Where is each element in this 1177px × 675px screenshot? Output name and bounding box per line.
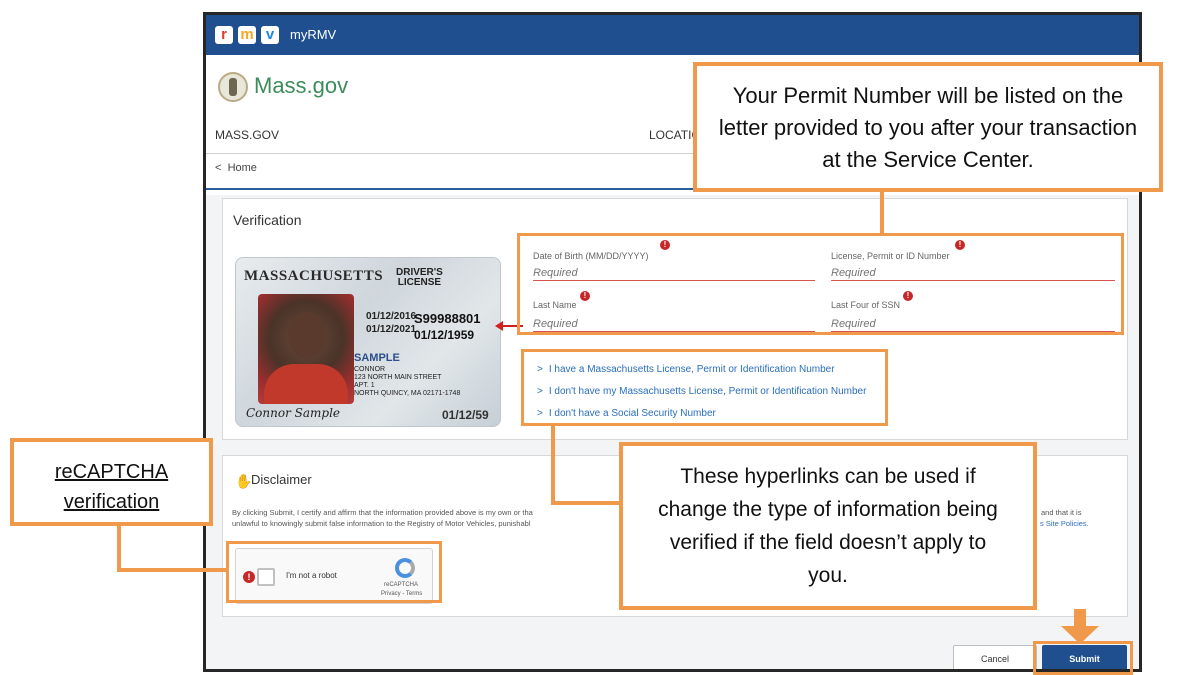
section-title: Verification	[233, 212, 302, 228]
id-state: MASSACHUSETTS	[244, 268, 384, 284]
breadcrumb-home[interactable]: < Home	[215, 162, 257, 174]
logo-letter-m: m	[238, 26, 256, 44]
callout-connector	[551, 501, 623, 505]
id-type: DRIVER'S LICENSE	[396, 268, 443, 288]
cancel-button[interactable]: Cancel	[953, 645, 1037, 669]
callout-connector	[551, 426, 555, 504]
id-sample: SAMPLE	[354, 352, 400, 364]
breadcrumb-label: Home	[227, 162, 257, 174]
recaptcha-callout-text: reCAPTCHA verification	[54, 461, 169, 513]
permit-callout-text: Your Permit Number will be listed on the…	[718, 83, 1138, 172]
disclaimer-text-tail1: and that it is	[1041, 508, 1082, 517]
hyperlinks-callout: These hyperlinks can be used if change t…	[619, 442, 1037, 610]
callout-connector	[117, 526, 121, 572]
app-title: myRMV	[290, 27, 337, 42]
submit-highlight-box	[1033, 641, 1133, 675]
id-dob: 01/12/1959	[414, 328, 475, 342]
id-issued: 01/12/2016	[366, 311, 417, 322]
nav-item-massgov[interactable]: MASS.GOV	[215, 128, 279, 142]
brand-logo[interactable]: Mass.gov	[254, 73, 348, 99]
id-type-line2: LICENSE	[397, 277, 442, 288]
disclaimer-text-line1: By clicking Submit, I certify and affirm…	[232, 508, 533, 517]
top-bar: r m v myRMV	[206, 15, 1139, 55]
permit-number-callout: Your Permit Number will be listed on the…	[693, 62, 1163, 192]
sample-license-image: MASSACHUSETTS DRIVER'S LICENSE 01/12/201…	[235, 257, 501, 427]
red-arrow-head-icon	[495, 321, 503, 331]
seal-icon	[218, 72, 248, 102]
logo-letter-r: r	[215, 26, 233, 44]
id-face	[288, 312, 326, 358]
callout-connector	[117, 568, 227, 572]
site-policies-link[interactable]: s Site Policies.	[1040, 519, 1089, 528]
recaptcha-highlight-box	[226, 541, 442, 603]
id-photo	[258, 294, 354, 404]
id-expires: 01/12/2021	[366, 324, 417, 335]
logo-letter-v: v	[261, 26, 279, 44]
callout-connector	[880, 192, 884, 234]
disclaimer-title: Disclaimer	[251, 472, 312, 487]
fields-highlight-box	[517, 233, 1124, 335]
id-number: S99988801	[414, 311, 481, 326]
hyperlinks-callout-text: These hyperlinks can be used if change t…	[658, 465, 998, 587]
disclaimer-text-line2: unlawful to knowingly submit false infor…	[232, 519, 531, 528]
hand-icon: ✋	[235, 473, 253, 489]
id-shirt	[264, 364, 348, 404]
recaptcha-callout: reCAPTCHA verification	[10, 438, 213, 526]
id-signature: Connor Sample	[246, 406, 341, 420]
id-address: CONNOR 123 NORTH MAIN STREET APT. 1 NORT…	[354, 366, 461, 397]
id-bottom-date: 01/12/59	[442, 408, 489, 422]
hyperlinks-highlight-box	[521, 349, 888, 426]
chevron-left-icon: <	[215, 162, 222, 174]
